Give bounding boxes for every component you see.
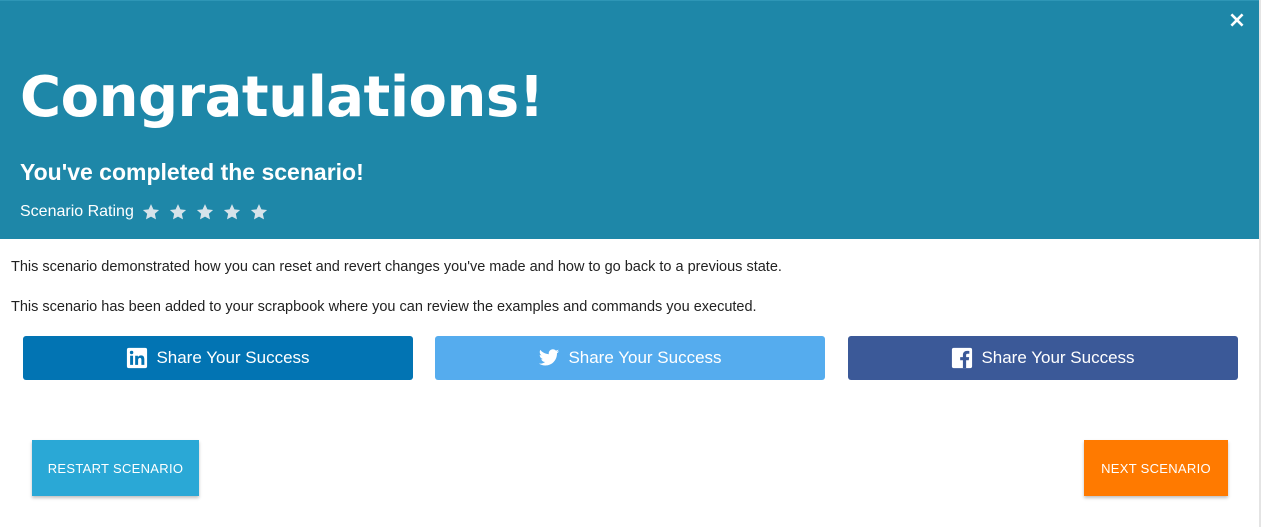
star-icon[interactable] <box>196 203 214 221</box>
scenario-description: This scenario demonstrated how you can r… <box>11 259 782 275</box>
twitter-icon <box>538 347 560 369</box>
scrapbook-notice: This scenario has been added to your scr… <box>11 299 757 315</box>
share-linkedin-label: Share Your Success <box>156 348 310 367</box>
star-icon[interactable] <box>250 203 268 221</box>
linkedin-icon <box>126 347 148 369</box>
close-icon[interactable]: × <box>1227 9 1247 33</box>
scenario-rating: Scenario Rating <box>20 200 277 224</box>
star-icon[interactable] <box>142 203 160 221</box>
share-facebook-label: Share Your Success <box>981 348 1135 367</box>
star-icon[interactable] <box>169 203 187 221</box>
completion-modal: × Congratulations! You've completed the … <box>0 0 1261 527</box>
share-twitter-button[interactable]: Share Your Success <box>435 336 825 380</box>
rating-label: Scenario Rating <box>20 203 134 220</box>
restart-scenario-button[interactable]: RESTART SCENARIO <box>32 440 199 496</box>
rating-stars <box>142 203 277 221</box>
page-title: Congratulations! <box>20 65 544 130</box>
next-scenario-button[interactable]: NEXT SCENARIO <box>1084 440 1228 496</box>
share-linkedin-button[interactable]: Share Your Success <box>23 336 413 380</box>
modal-header: × Congratulations! You've completed the … <box>0 0 1259 239</box>
facebook-icon <box>951 347 973 369</box>
star-icon[interactable] <box>223 203 241 221</box>
share-twitter-label: Share Your Success <box>568 348 722 367</box>
share-facebook-button[interactable]: Share Your Success <box>848 336 1238 380</box>
subtitle: You've completed the scenario! <box>20 159 364 185</box>
